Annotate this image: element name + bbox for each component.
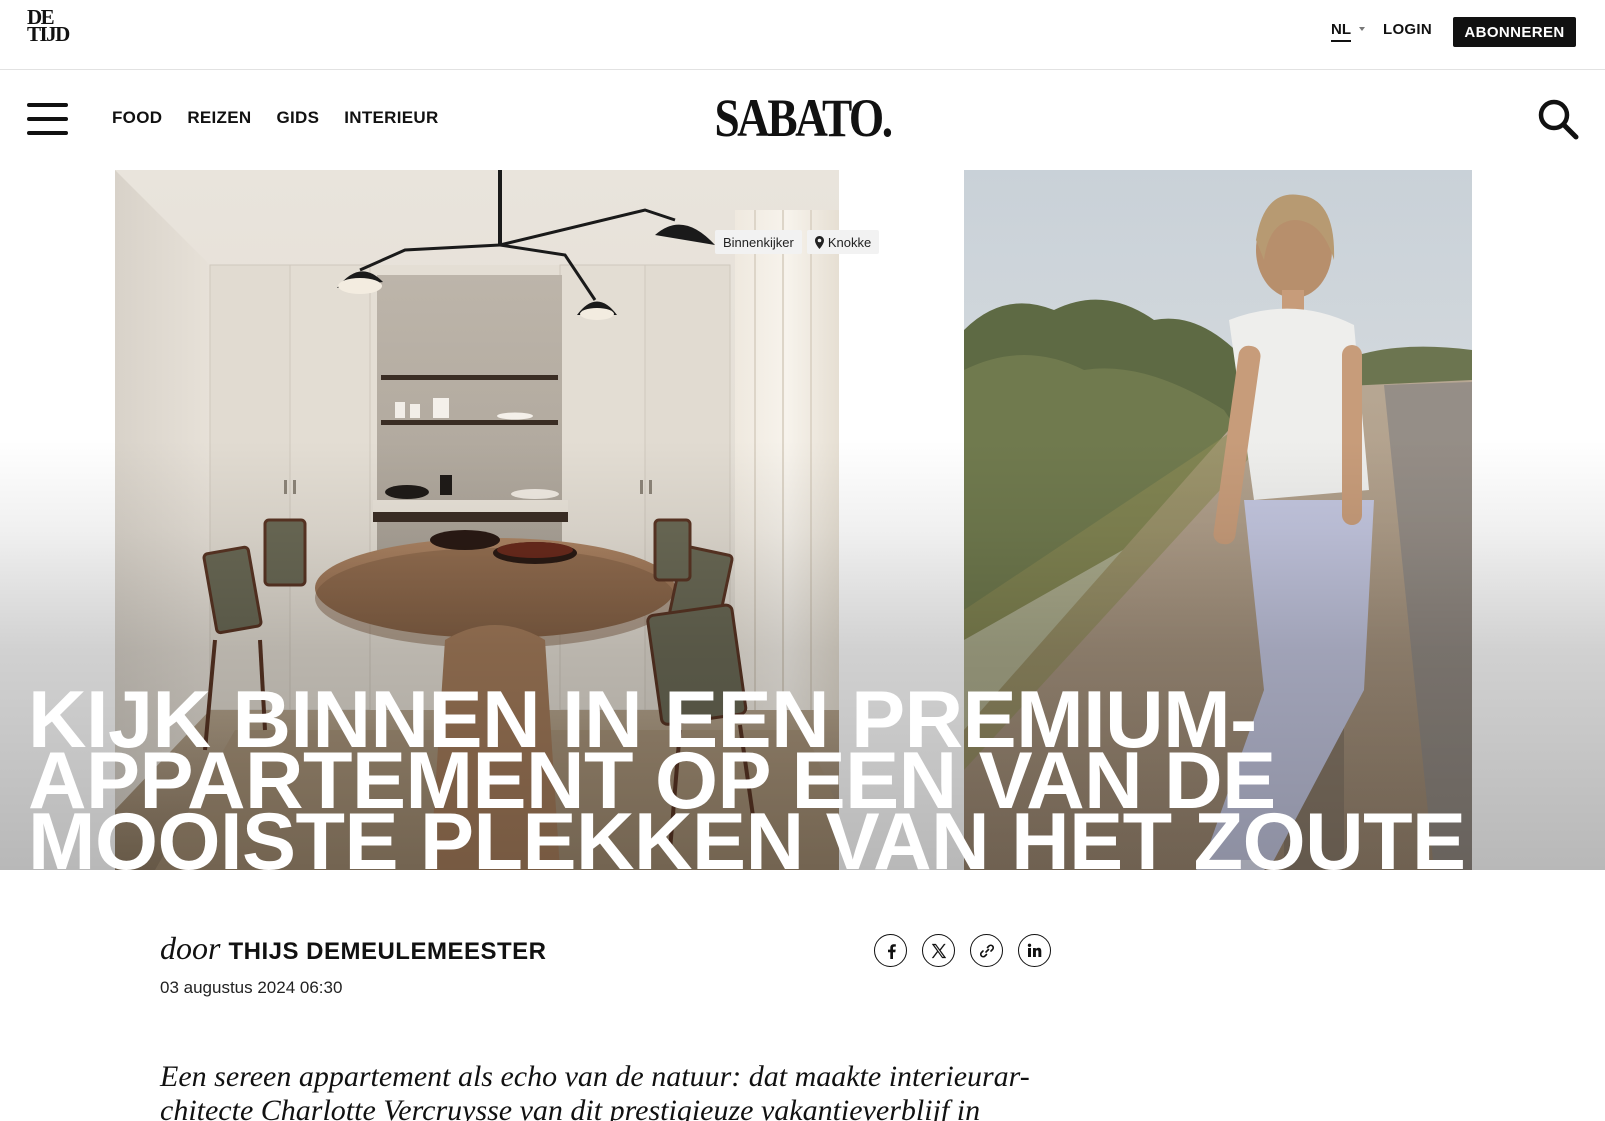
article-headline: KIJK BINNEN IN EEN PREMIUM- APPARTEMENT …	[28, 680, 1568, 871]
byline: door THIJS DEMEULEMEESTER	[160, 930, 547, 967]
intro-line-2: chitecte Charlotte Vercruysse van dit pr…	[160, 1094, 981, 1121]
logo-line-2: TIJD	[27, 22, 70, 46]
location-pin-icon	[814, 235, 824, 249]
caret-down-icon[interactable]	[1359, 27, 1365, 31]
facebook-icon[interactable]	[874, 934, 907, 967]
headline-line-3: MOOISTE PLEKKEN VAN HET ZOUTE	[28, 797, 1466, 871]
article-intro: Een sereen appartement als echo van de n…	[160, 1060, 1030, 1121]
share-buttons	[874, 934, 1051, 967]
hero-tags: Binnenkijker Knokke	[715, 230, 880, 254]
language-selector[interactable]: NL	[1331, 21, 1351, 42]
byline-prefix: door	[160, 930, 221, 966]
intro-line-1: Een sereen appartement als echo van de n…	[160, 1060, 1030, 1093]
x-icon[interactable]	[922, 934, 955, 967]
link-icon[interactable]	[970, 934, 1003, 967]
hamburger-icon[interactable]	[27, 103, 68, 135]
subscribe-button[interactable]: ABONNEREN	[1453, 17, 1576, 47]
login-link[interactable]: LOGIN	[1383, 21, 1432, 38]
sabato-logo[interactable]: SABATO.	[128, 88, 1476, 148]
search-icon[interactable]	[1537, 98, 1579, 140]
tag-knokke[interactable]: Knokke	[806, 230, 880, 254]
tag-binnenkijker[interactable]: Binnenkijker	[715, 230, 802, 254]
hero: Binnenkijker Knokke KIJK BINNEN IN EEN P…	[0, 170, 1605, 870]
linkedin-icon[interactable]	[1018, 934, 1051, 967]
tag-label: Binnenkijker	[723, 234, 794, 250]
top-bar: DE TIJD NL LOGIN ABONNEREN	[0, 0, 1605, 70]
de-tijd-logo[interactable]: DE TIJD	[27, 7, 70, 46]
publish-date: 03 augustus 2024 06:30	[160, 978, 343, 997]
tag-label: Knokke	[827, 234, 872, 250]
author-link[interactable]: THIJS DEMEULEMEESTER	[228, 938, 546, 966]
